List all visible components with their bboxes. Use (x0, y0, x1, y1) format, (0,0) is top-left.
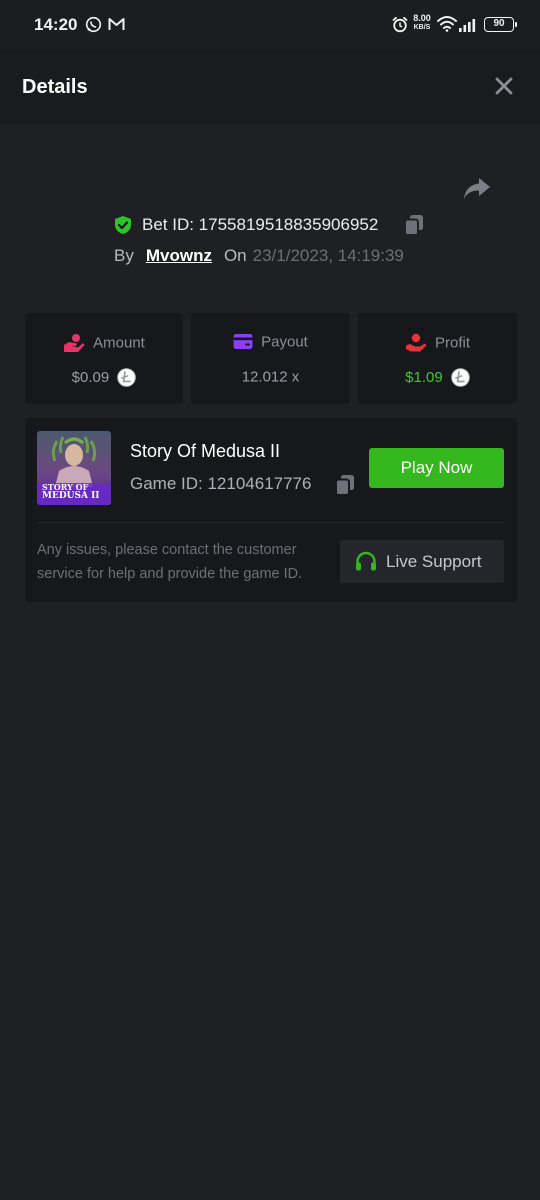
game-thumbnail[interactable]: STORY OF MEDUSA II (37, 431, 111, 505)
alarm-icon (392, 16, 408, 33)
share-icon[interactable] (462, 174, 492, 202)
payout-card: Payout 12.012 x (191, 313, 350, 404)
profit-label: Profit (434, 334, 470, 352)
wifi-icon (437, 16, 457, 32)
live-support-label: Live Support (386, 552, 482, 571)
signal-icon (459, 19, 476, 32)
by-label: By (114, 246, 134, 265)
live-support-button[interactable]: Live Support (340, 540, 504, 583)
status-time: 14:20 (34, 15, 78, 34)
profit-hand-icon (405, 333, 427, 352)
bet-id-row: Bet ID: 1755819518835906952 (0, 212, 540, 238)
payout-label: Payout (261, 333, 308, 351)
details-header: Details (0, 50, 540, 124)
divider (37, 522, 505, 523)
game-id: Game ID: 12104617776 (130, 474, 312, 493)
close-icon[interactable] (492, 74, 516, 98)
whatsapp-icon (85, 16, 102, 33)
gmail-icon (108, 18, 125, 30)
bet-hand-icon (64, 334, 85, 352)
game-card: STORY OF MEDUSA II Story Of Medusa II Ga… (25, 418, 517, 602)
game-name: Story Of Medusa II (130, 441, 281, 461)
bet-id: Bet ID: 1755819518835906952 (142, 215, 379, 234)
status-bar: 14:20 8.00 KB/S 90 (0, 0, 540, 50)
battery-indicator: 90 (484, 17, 517, 32)
help-text: Any issues, please contact the customer … (37, 542, 303, 582)
profit-value: $1.09 (405, 369, 443, 386)
play-now-button[interactable]: Play Now (369, 448, 504, 488)
profit-card: Profit $1.09 (358, 313, 517, 404)
page-title: Details (22, 76, 88, 98)
bet-meta: By Mvownz On 23/1/2023, 14:19:39 (114, 246, 404, 268)
litecoin-icon (451, 368, 470, 387)
payout-value: 12.012 x (241, 368, 300, 386)
verified-shield-icon (115, 216, 131, 234)
username-link[interactable]: Mvownz (146, 246, 212, 265)
thumbnail-title: STORY OF MEDUSA II (42, 482, 100, 501)
headset-icon (356, 551, 376, 571)
on-label: On (223, 246, 247, 265)
litecoin-icon (117, 368, 137, 387)
amount-value: $0.09 (71, 369, 110, 386)
amount-label: Amount (93, 334, 145, 352)
network-speed: 8.00 KB/S (413, 13, 431, 32)
card-icon (233, 334, 253, 350)
copy-bet-id-icon[interactable] (404, 214, 424, 236)
bet-date: 23/1/2023, 14:19:39 (252, 246, 404, 265)
amount-card: Amount $0.09 (25, 313, 183, 404)
copy-game-id-icon[interactable] (335, 474, 355, 496)
